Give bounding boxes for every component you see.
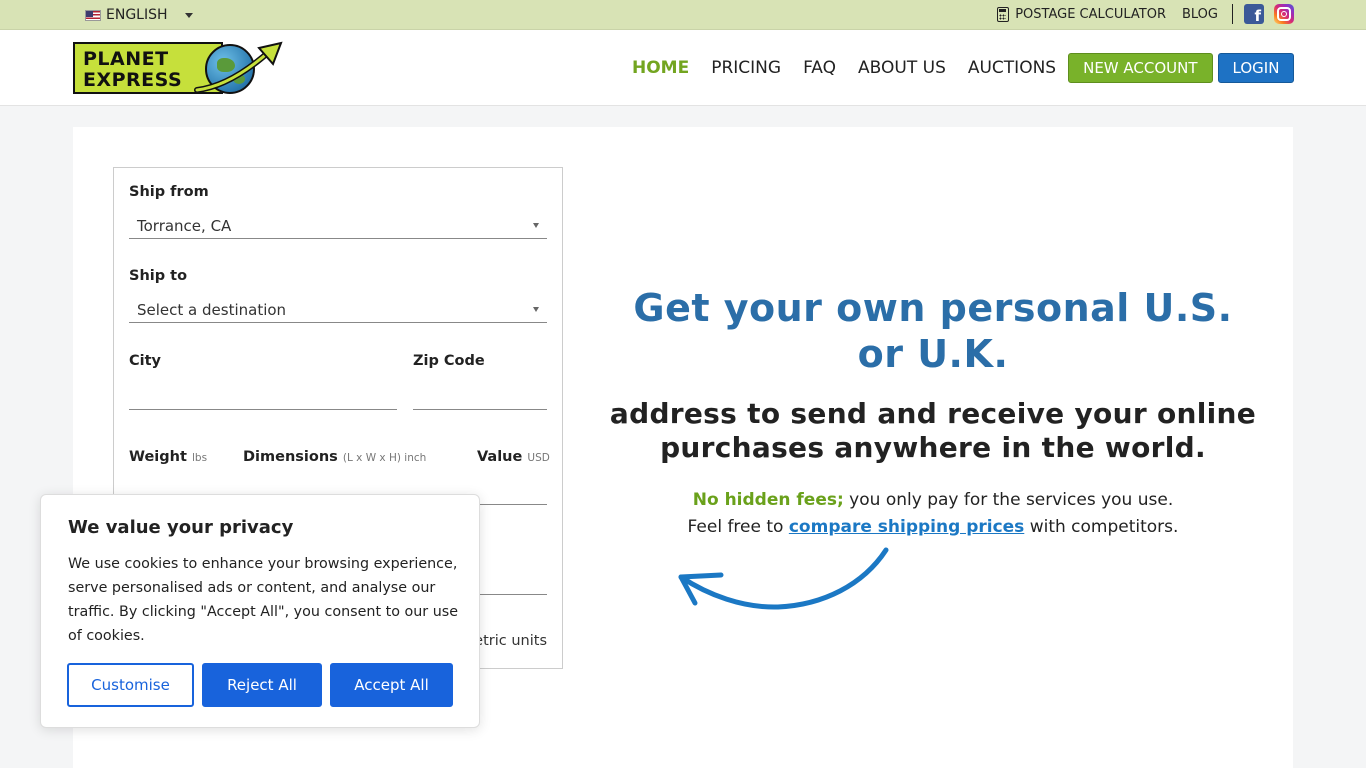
- value-input[interactable]: [477, 479, 547, 505]
- zip-code-label: Zip Code: [413, 353, 485, 369]
- ship-to-select[interactable]: Select a destination: [129, 292, 547, 323]
- weight-unit: lbs: [191, 452, 208, 464]
- ship-from-value: Torrance, CA: [137, 217, 232, 235]
- hero-description: No hidden fees; you only pay for the ser…: [613, 487, 1253, 541]
- nav-auctions[interactable]: AUCTIONS: [957, 52, 1067, 84]
- curved-arrow-icon: [678, 547, 889, 610]
- dropdown-arrow-icon: [533, 223, 539, 228]
- login-button[interactable]: LOGIN: [1217, 53, 1295, 83]
- weight-label: Weight lbs: [129, 449, 207, 465]
- hero-line-2-end: with competitors.: [1024, 517, 1179, 537]
- metric-units-toggle-label[interactable]: etric units: [474, 633, 547, 649]
- hero-line-1: No hidden fees; you only pay for the ser…: [613, 487, 1253, 514]
- us-flag-icon: [85, 9, 101, 21]
- ship-from-label: Ship from: [129, 184, 209, 200]
- dimensions-unit: (L x W x H) inch: [342, 452, 427, 464]
- facebook-icon[interactable]: f: [1244, 4, 1264, 24]
- nav-faq[interactable]: FAQ: [792, 52, 847, 84]
- nav-pricing[interactable]: PRICING: [700, 52, 792, 84]
- calculator-icon: [997, 6, 1010, 22]
- postage-calculator-link[interactable]: POSTAGE CALCULATOR: [997, 6, 1166, 22]
- nav-about-us[interactable]: ABOUT US: [847, 52, 957, 84]
- cookie-consent-banner: We value your privacy We use cookies to …: [40, 494, 480, 728]
- swoosh-arrow-icon: [194, 41, 283, 93]
- value-unit: USD: [527, 452, 550, 464]
- city-input[interactable]: [129, 384, 397, 410]
- city-label: City: [129, 353, 161, 369]
- hero-line-2-start: Feel free to: [687, 517, 789, 537]
- cookie-description: We use cookies to enhance your browsing …: [68, 556, 459, 644]
- value-label: Value USD: [477, 449, 550, 465]
- dimensions-label-text: Dimensions: [243, 449, 338, 465]
- logo-line-2: EXPRESS: [83, 69, 183, 91]
- divider: [1232, 4, 1233, 24]
- language-label: ENGLISH: [106, 7, 168, 23]
- accept-all-button[interactable]: Accept All: [330, 663, 453, 707]
- planet-express-logo[interactable]: PLANET EXPRESS: [73, 40, 283, 96]
- header: PLANET EXPRESS HOME PRICING FAQ ABOUT US…: [0, 30, 1366, 106]
- weight-label-text: Weight: [129, 449, 187, 465]
- hero-line-2: Feel free to compare shipping prices wit…: [613, 514, 1253, 541]
- hero-title: Get your own personal U.S. or U.K.: [633, 286, 1233, 376]
- postage-calculator-label: POSTAGE CALCULATOR: [1015, 6, 1166, 22]
- value-label-text: Value: [477, 449, 523, 465]
- reject-all-button[interactable]: Reject All: [202, 663, 322, 707]
- logo-line-1: PLANET: [83, 48, 169, 70]
- dropdown-arrow-icon: [533, 307, 539, 312]
- hero-subtitle: address to send and receive your online …: [609, 397, 1257, 464]
- compare-shipping-prices-link[interactable]: compare shipping prices: [789, 517, 1024, 537]
- nav-home[interactable]: HOME: [621, 52, 700, 84]
- top-links: POSTAGE CALCULATOR BLOG f: [997, 4, 1294, 24]
- language-selector[interactable]: ENGLISH: [85, 7, 193, 23]
- logo-text: PLANET EXPRESS: [83, 49, 182, 91]
- instagram-icon[interactable]: [1274, 4, 1294, 24]
- ship-from-select[interactable]: Torrance, CA: [129, 208, 547, 239]
- hero-line-1-rest: you only pay for the services you use.: [843, 490, 1174, 510]
- ship-to-value: Select a destination: [137, 301, 287, 319]
- no-hidden-fees-text: No hidden fees;: [692, 490, 844, 510]
- main-nav: HOME PRICING FAQ ABOUT US AUCTIONS NEW A…: [621, 52, 1295, 84]
- cookie-title: We value your privacy: [68, 517, 294, 538]
- zip-code-input[interactable]: [413, 384, 547, 410]
- form-field-input[interactable]: [477, 569, 547, 595]
- top-bar: ENGLISH POSTAGE CALCULATOR BLOG f: [0, 0, 1366, 30]
- blog-link[interactable]: BLOG: [1182, 7, 1218, 22]
- customise-button[interactable]: Customise: [67, 663, 194, 707]
- dimensions-label: Dimensions (L x W x H) inch: [243, 449, 426, 465]
- chevron-down-icon: [184, 12, 193, 18]
- ship-to-label: Ship to: [129, 268, 188, 284]
- new-account-button[interactable]: NEW ACCOUNT: [1068, 53, 1213, 83]
